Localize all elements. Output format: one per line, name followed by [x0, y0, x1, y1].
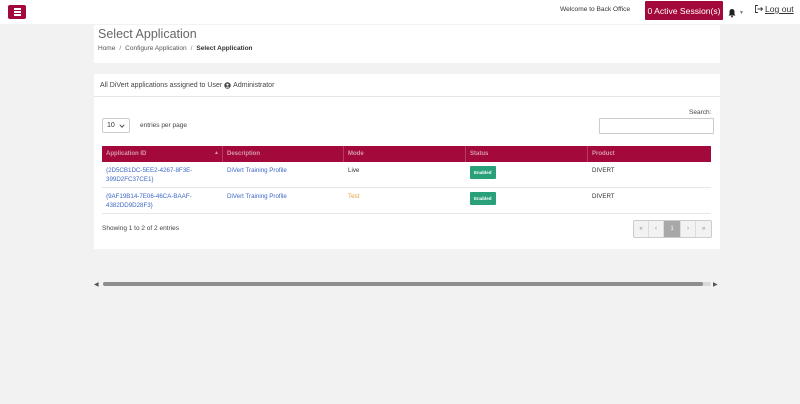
pagination-last-button[interactable]: »	[696, 221, 711, 237]
product-value: DIVERT	[592, 167, 615, 174]
hamburger-icon	[13, 8, 21, 10]
card-header: All DiVert applications assigned to User…	[94, 74, 720, 97]
application-id-link[interactable]: {9AF19B14-7E06-46CA-BAAF-4382DD9D28F3}	[102, 188, 223, 213]
pagination-next-button[interactable]: ›	[681, 221, 696, 237]
table-row: {9AF19B14-7E06-46CA-BAAF-4382DD9D28F3} D…	[102, 188, 711, 214]
page-length-label: entries per page	[140, 122, 187, 129]
chevron-down-icon	[119, 124, 125, 128]
page-header: Select Application Home / Configure Appl…	[94, 25, 720, 63]
applications-card: All DiVert applications assigned to User…	[94, 74, 720, 249]
table-header: Application ID ▲ Description Mode Status…	[102, 146, 711, 162]
menu-toggle-button[interactable]	[8, 5, 26, 19]
application-id-link[interactable]: {2D5CB1DC-5EE2-4267-8F3E-399D2FC37CE1}	[102, 162, 223, 187]
column-header-product[interactable]: Product	[588, 146, 711, 162]
page-length-value: 10	[107, 122, 115, 129]
pagination-page-1[interactable]: 1	[664, 221, 681, 237]
breadcrumb-home[interactable]: Home	[98, 45, 115, 52]
mode-value: Test	[348, 193, 360, 200]
chevron-down-icon[interactable]: ▼	[739, 10, 744, 16]
card-title: All DiVert applications assigned to User…	[100, 82, 274, 89]
description-link[interactable]: DiVert Training Profile	[223, 162, 344, 187]
table-info: Showing 1 to 2 of 2 entries	[102, 225, 179, 232]
status-badge: Enabled	[470, 166, 496, 179]
table-row: {2D5CB1DC-5EE2-4267-8F3E-399D2FC37CE1} D…	[102, 162, 711, 188]
page-length-select[interactable]: 10	[102, 118, 130, 133]
breadcrumb: Home / Configure Application / Select Ap…	[98, 45, 253, 52]
column-header-status[interactable]: Status	[466, 146, 588, 162]
breadcrumb-separator: /	[119, 45, 122, 52]
product-value: DIVERT	[592, 193, 615, 200]
status-cell: Enabled	[466, 188, 588, 213]
column-header-mode[interactable]: Mode	[344, 146, 466, 162]
scrollbar-thumb[interactable]	[103, 282, 703, 286]
pagination-first-button[interactable]: «	[634, 221, 649, 237]
user-name: Administrator	[233, 82, 275, 89]
column-header-application-id[interactable]: Application ID ▲	[102, 146, 223, 162]
top-navbar: Welcome to Back Office 0 Active Session(…	[0, 0, 800, 24]
active-sessions-button[interactable]: 0 Active Session(s)	[645, 1, 723, 20]
mode-value: Live	[348, 167, 360, 174]
bell-icon[interactable]	[727, 8, 737, 18]
logout-link[interactable]: Log out	[754, 4, 794, 14]
page-title: Select Application	[98, 27, 197, 41]
search-label: Search:	[689, 109, 712, 116]
user-circle-icon	[224, 82, 231, 89]
logout-icon	[755, 5, 764, 13]
breadcrumb-configure-application[interactable]: Configure Application	[125, 45, 186, 52]
column-header-description[interactable]: Description	[223, 146, 344, 162]
breadcrumb-separator: /	[190, 45, 193, 52]
sort-icon: ▲	[214, 150, 219, 156]
breadcrumb-current: Select Application	[196, 45, 253, 52]
pagination: « ‹ 1 › »	[633, 220, 712, 238]
pagination-previous-button[interactable]: ‹	[649, 221, 664, 237]
search-input[interactable]	[599, 118, 714, 134]
horizontal-scrollbar[interactable]: ◀ ▶	[94, 280, 720, 288]
scroll-left-icon[interactable]: ◀	[94, 281, 99, 288]
scroll-right-icon[interactable]: ▶	[713, 281, 718, 288]
logout-label[interactable]: Log out	[765, 4, 794, 14]
status-badge: Enabled	[470, 192, 496, 205]
card-title-text: All DiVert applications assigned to User	[100, 82, 223, 89]
status-cell: Enabled	[466, 162, 588, 187]
welcome-text: Welcome to Back Office	[560, 6, 631, 13]
applications-table: Application ID ▲ Description Mode Status…	[102, 146, 711, 214]
description-link[interactable]: DiVert Training Profile	[223, 188, 344, 213]
